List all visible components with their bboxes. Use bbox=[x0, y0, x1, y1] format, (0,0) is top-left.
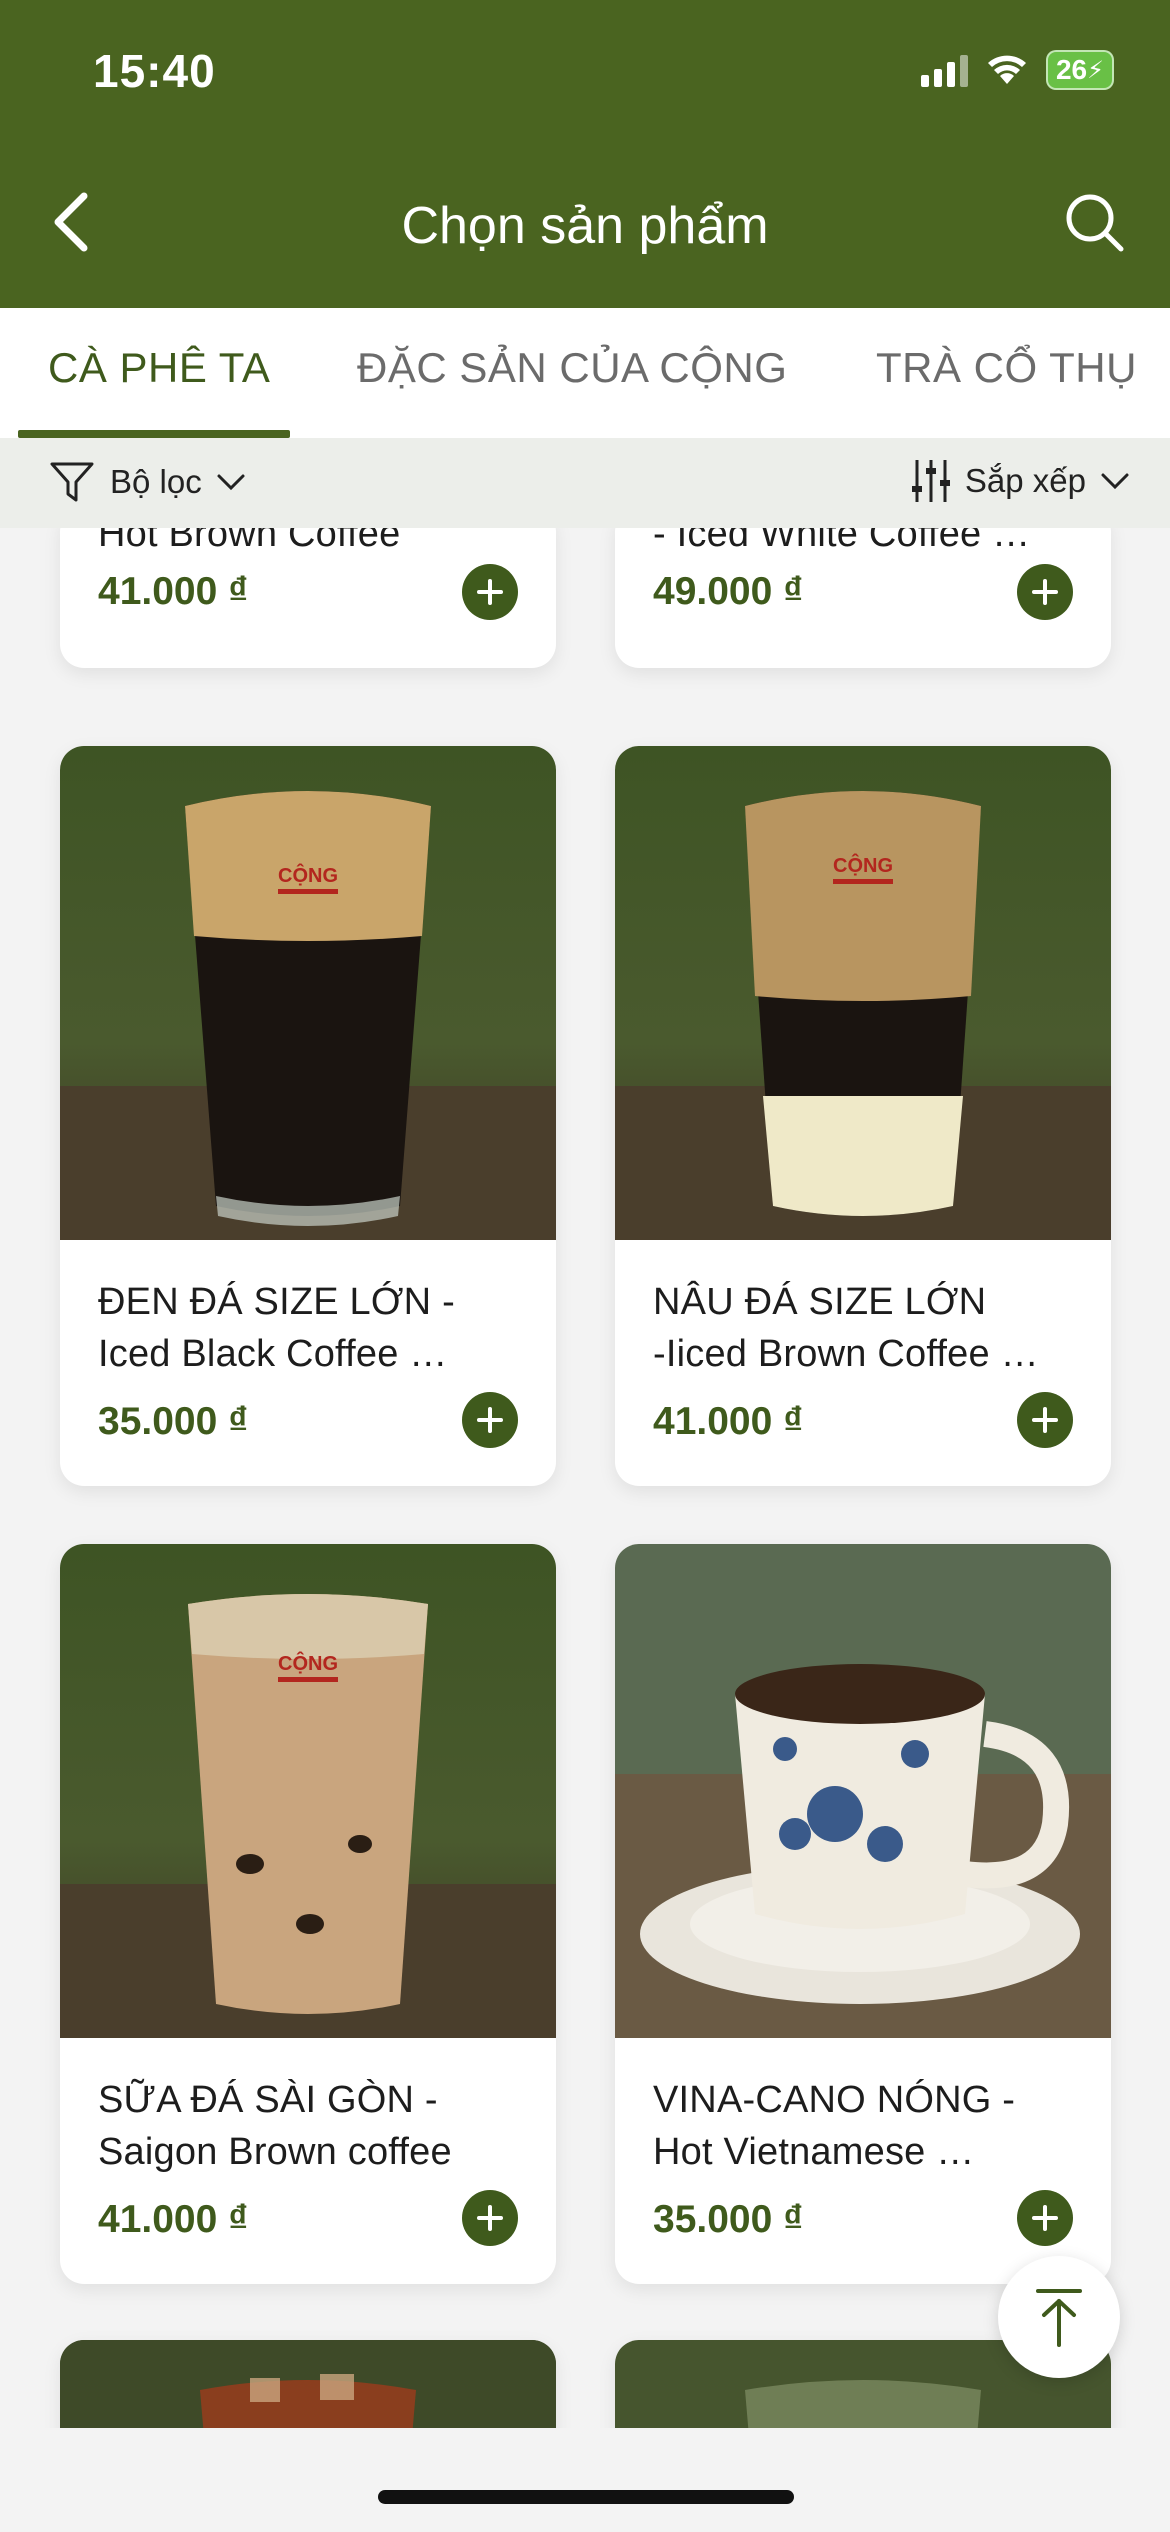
page-title: Chọn sản phẩm bbox=[401, 197, 769, 255]
svg-text:CỘNG: CỘNG bbox=[833, 853, 893, 877]
home-indicator[interactable] bbox=[378, 2490, 794, 2504]
add-to-cart-button[interactable] bbox=[462, 1392, 518, 1448]
product-card[interactable]: VINA-CANO NÓNG - Hot Vietnamese … 35.000… bbox=[615, 1544, 1111, 2284]
active-tab-indicator bbox=[18, 430, 290, 438]
product-image bbox=[615, 1544, 1111, 2038]
category-tabs: CÀ PHÊ TA ĐẶC SẢN CỦA CỘNG TRÀ CỔ THỤ bbox=[0, 308, 1170, 438]
product-name: NÂU ĐÁ SIZE LỚN -Iiced Brown Coffee … bbox=[653, 1281, 1039, 1375]
plus-icon bbox=[1032, 579, 1058, 605]
status-icons: 26 ⚡ bbox=[920, 50, 1114, 90]
product-card[interactable]: CỘNG SỮA ĐÁ SÀI GÒN - Saigon Brown coffe… bbox=[60, 1544, 556, 2284]
chevron-down-icon bbox=[217, 474, 245, 491]
tab-ca-phe-ta[interactable]: CÀ PHÊ TA bbox=[48, 344, 270, 392]
product-image: CỘNG bbox=[615, 746, 1111, 1240]
svg-text:CỘNG: CỘNG bbox=[278, 1651, 338, 1675]
sliders-icon bbox=[911, 460, 950, 502]
app-screen: 15:40 26 ⚡ Chọn sản phẩm CÀ PHÊ TA ĐẶC S… bbox=[0, 0, 1170, 2532]
product-card[interactable]: Hot Brown Coffee 41.000 ₫ bbox=[60, 528, 556, 668]
tab-tra-co-thu[interactable]: TRÀ CỔ THỤ bbox=[876, 344, 1137, 392]
product-image: CỘNG bbox=[60, 746, 556, 1240]
product-card[interactable]: CỘNG NÂU ĐÁ SIZE LỚN -Iiced Brown Coffee… bbox=[615, 746, 1111, 1486]
arrow-up-icon bbox=[1036, 2289, 1082, 2347]
product-price: 35.000 ₫ bbox=[653, 2198, 804, 2241]
product-name: Hot Brown Coffee bbox=[98, 528, 401, 555]
product-name: VINA-CANO NÓNG - Hot Vietnamese … bbox=[653, 2079, 1016, 2173]
product-price: 35.000 ₫ bbox=[98, 1400, 249, 1443]
plus-icon bbox=[1032, 1407, 1058, 1433]
sort-button[interactable]: Sắp xếp bbox=[911, 458, 1130, 504]
scroll-to-top-button[interactable] bbox=[998, 2256, 1120, 2378]
search-icon bbox=[1066, 194, 1124, 252]
header: 15:40 26 ⚡ Chọn sản phẩm bbox=[0, 0, 1170, 308]
battery-icon: 26 ⚡ bbox=[1045, 50, 1114, 90]
product-price: 49.000 ₫ bbox=[653, 570, 804, 613]
product-price: 41.000 ₫ bbox=[653, 1400, 804, 1443]
svg-text:CỘNG: CỘNG bbox=[278, 863, 338, 887]
plus-icon bbox=[477, 579, 503, 605]
battery-level: 26 bbox=[1055, 54, 1088, 85]
add-to-cart-button[interactable] bbox=[1017, 1392, 1073, 1448]
filter-bar: Bộ lọc Sắp xếp bbox=[0, 438, 1170, 528]
product-image bbox=[60, 2340, 556, 2428]
add-to-cart-button[interactable] bbox=[1017, 564, 1073, 620]
cellular-signal-icon bbox=[920, 53, 968, 87]
product-name: ĐEN ĐÁ SIZE LỚN - Iced Black Coffee … bbox=[98, 1281, 455, 1375]
bottom-safe-area bbox=[0, 2428, 1170, 2532]
filter-button[interactable]: Bộ lọc bbox=[48, 458, 246, 506]
product-card[interactable]: - Iced White Coffee … 49.000 ₫ bbox=[615, 528, 1111, 668]
search-button[interactable] bbox=[1060, 188, 1130, 258]
add-to-cart-button[interactable] bbox=[462, 564, 518, 620]
wifi-icon bbox=[987, 55, 1026, 84]
product-name: SỮA ĐÁ SÀI GÒN - Saigon Brown coffee bbox=[98, 2079, 452, 2173]
product-card[interactable]: CỘNG ĐEN ĐÁ SIZE LỚN - Iced Black Coffee… bbox=[60, 746, 556, 1486]
filter-icon bbox=[50, 462, 94, 502]
chevron-down-icon bbox=[1101, 473, 1129, 490]
status-time: 15:40 bbox=[93, 45, 216, 97]
filter-label: Bộ lọc bbox=[110, 463, 202, 500]
plus-icon bbox=[1032, 2205, 1058, 2231]
plus-icon bbox=[477, 2205, 503, 2231]
plus-icon bbox=[477, 1407, 503, 1433]
add-to-cart-button[interactable] bbox=[1017, 2190, 1073, 2246]
product-price: 41.000 ₫ bbox=[98, 2198, 249, 2241]
tab-dac-san-cua-cong[interactable]: ĐẶC SẢN CỦA CỘNG bbox=[357, 344, 787, 392]
product-image: CỘNG bbox=[60, 1544, 556, 2038]
add-to-cart-button[interactable] bbox=[462, 2190, 518, 2246]
sort-label: Sắp xếp bbox=[964, 462, 1086, 499]
product-price: 41.000 ₫ bbox=[98, 570, 249, 613]
product-list[interactable]: Hot Brown Coffee 41.000 ₫ - Iced White C… bbox=[0, 528, 1170, 2428]
product-name: - Iced White Coffee … bbox=[653, 528, 1031, 555]
product-card[interactable] bbox=[60, 2340, 556, 2428]
